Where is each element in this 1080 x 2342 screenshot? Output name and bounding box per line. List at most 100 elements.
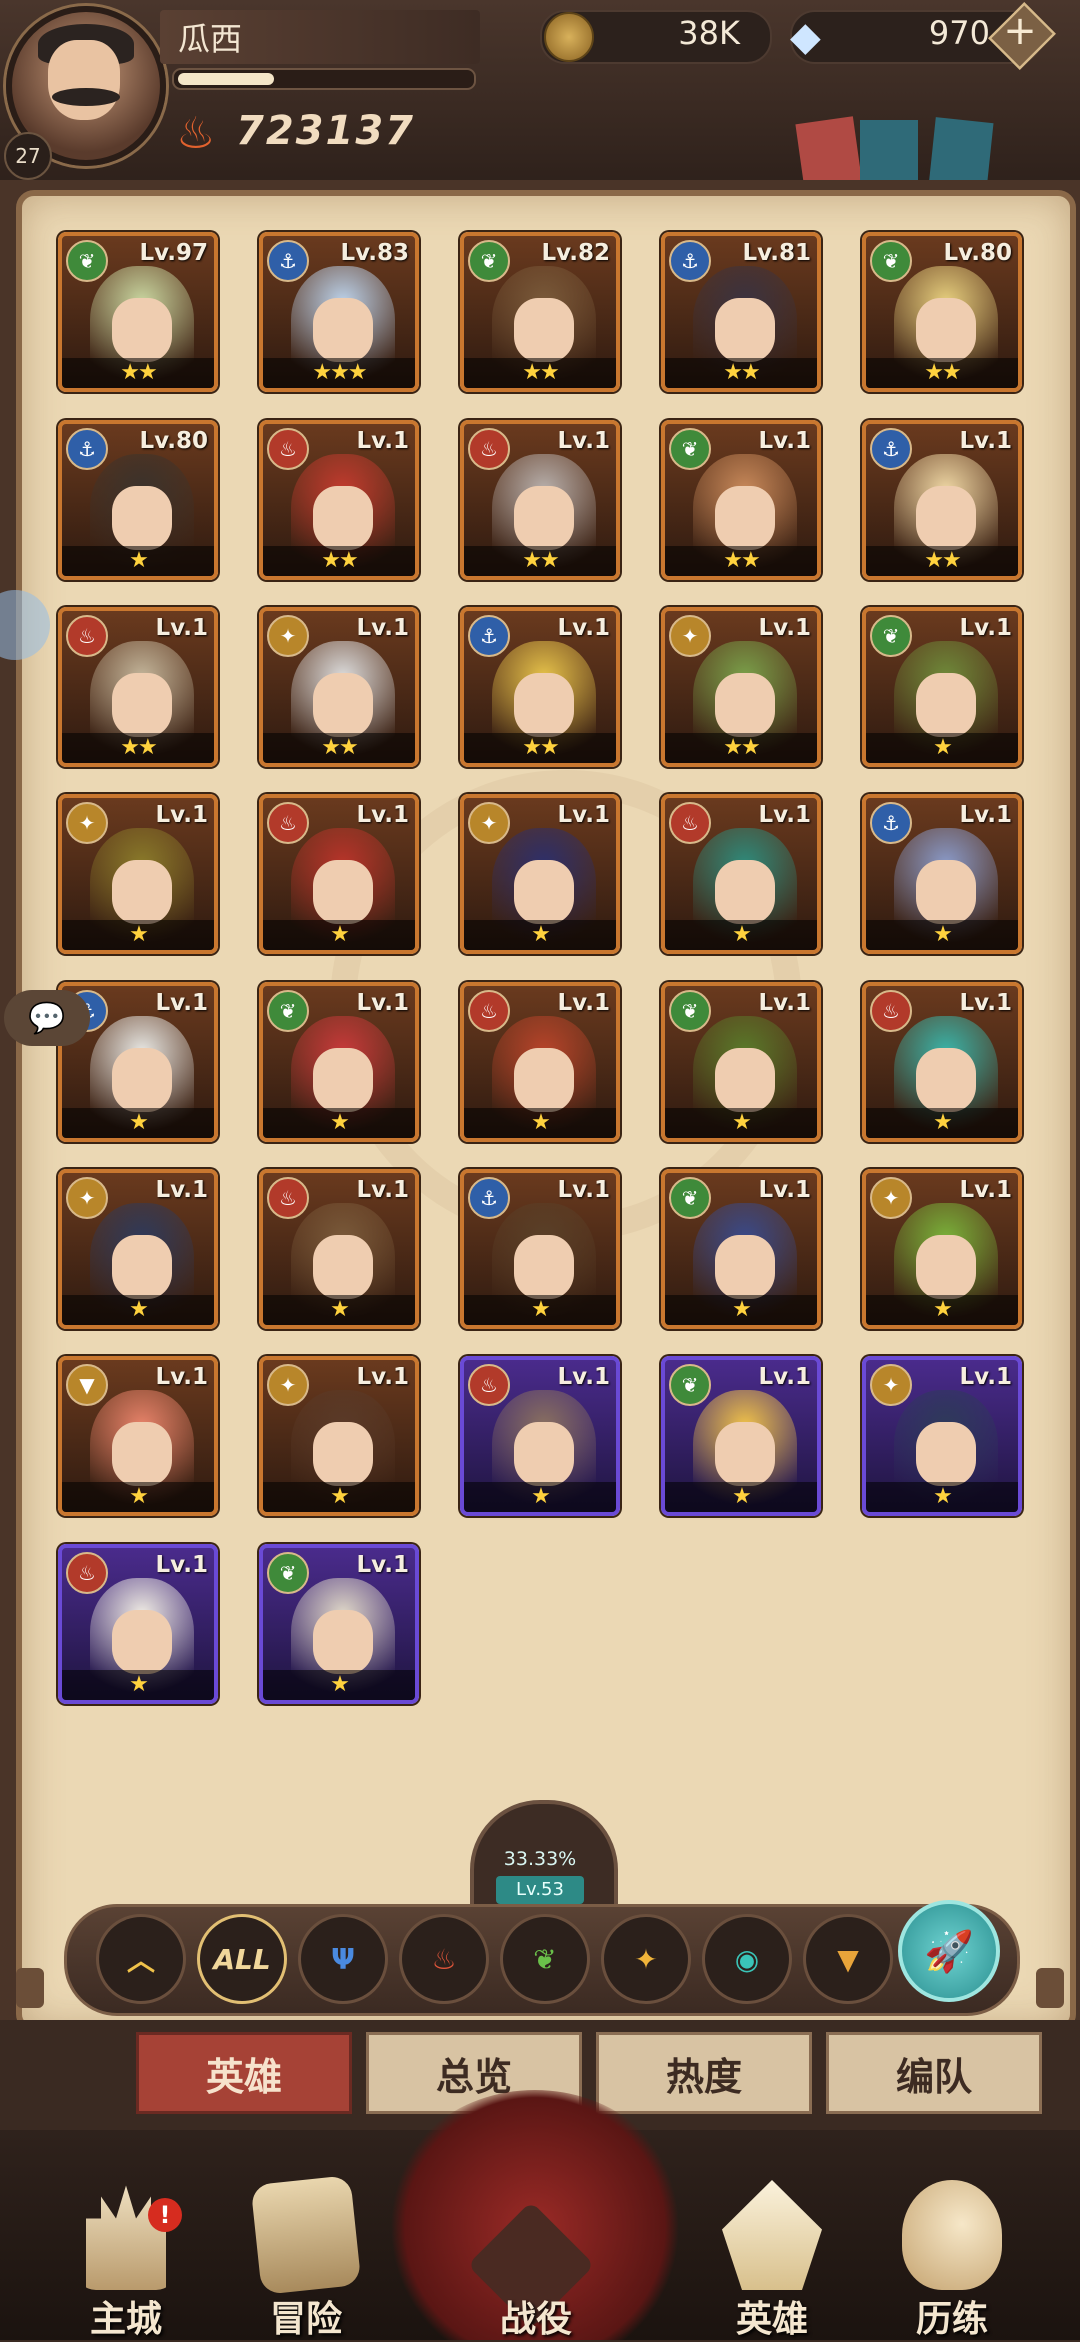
hero-card[interactable]: ✦ Lv.1 ★★: [661, 607, 821, 767]
hero-level: Lv.1: [959, 1364, 1012, 1390]
filter-water[interactable]: Ψ: [298, 1914, 388, 2004]
filter-light[interactable]: ✦: [601, 1914, 691, 2004]
hero-face: [715, 1235, 775, 1299]
hero-card[interactable]: ⚓ Lv.81 ★★: [661, 232, 821, 392]
hero-card[interactable]: ✦ Lv.1 ★: [862, 1356, 1022, 1516]
hero-card[interactable]: ⚓ Lv.83 ★★★: [259, 232, 419, 392]
tab-heroes[interactable]: 英雄: [136, 2032, 352, 2114]
hero-card[interactable]: ♨ Lv.1 ★★: [259, 420, 419, 580]
hero-card[interactable]: ❦ Lv.1 ★: [661, 1169, 821, 1329]
hero-card[interactable]: ♨ Lv.1 ★: [58, 1544, 218, 1704]
hero-card[interactable]: ♨ Lv.1 ★: [259, 794, 419, 954]
hero-level: Lv.1: [959, 802, 1012, 828]
tab-formation[interactable]: 编队: [826, 2032, 1042, 2114]
hero-card[interactable]: ❦ Lv.1 ★: [661, 1356, 821, 1516]
nature-faction-icon: ❦: [669, 428, 711, 470]
hero-level: Lv.1: [959, 990, 1012, 1016]
fire-faction-icon: ♨: [468, 990, 510, 1032]
water-faction-icon: ⚓: [468, 1177, 510, 1219]
hero-card[interactable]: ♨ Lv.1 ★: [862, 982, 1022, 1142]
hero-card[interactable]: ❦ Lv.1 ★: [862, 607, 1022, 767]
hero-level: Lv.1: [356, 802, 409, 828]
rocket-icon[interactable]: 🚀: [898, 1900, 1000, 2002]
gem-value: 970: [928, 14, 990, 52]
avatar-face: [48, 40, 120, 120]
hero-card[interactable]: ❦ Lv.80 ★★: [862, 232, 1022, 392]
hero-stars: ★: [263, 1482, 415, 1512]
hero-card[interactable]: ♨ Lv.1 ★: [259, 1169, 419, 1329]
tab-popularity[interactable]: 热度: [596, 2032, 812, 2114]
filter-collapse[interactable]: ︿: [96, 1914, 186, 2004]
leaf-icon: ❦: [533, 1942, 557, 1976]
nav-campaign[interactable]: 战役: [466, 2180, 606, 2340]
hero-card[interactable]: ❦ Lv.82 ★★: [460, 232, 620, 392]
hero-stars: ★★: [464, 358, 616, 388]
hero-card[interactable]: ✦ Lv.1 ★: [259, 1356, 419, 1516]
filter-eye[interactable]: ◉: [702, 1914, 792, 2004]
hero-level: Lv.1: [959, 1177, 1012, 1203]
hero-card[interactable]: ❦ Lv.1 ★★: [661, 420, 821, 580]
hero-stars: ★: [62, 1295, 214, 1325]
hero-card[interactable]: ▼ Lv.1 ★: [58, 1356, 218, 1516]
hero-stars: ★★: [665, 546, 817, 576]
chevron-up-icon: ︿: [126, 1944, 155, 1977]
flame-icon: ♨: [431, 1942, 457, 1976]
plus-icon[interactable]: +: [1000, 8, 1040, 54]
hero-level: Lv.1: [155, 1552, 208, 1578]
fire-faction-icon: ♨: [267, 802, 309, 844]
hero-card[interactable]: ⚓ Lv.1 ★: [460, 1169, 620, 1329]
hero-card[interactable]: ✦ Lv.1 ★★: [259, 607, 419, 767]
filter-all[interactable]: ALL: [197, 1914, 287, 2004]
hero-level: Lv.1: [758, 1364, 811, 1390]
nature-faction-icon: ❦: [267, 1552, 309, 1594]
water-faction-icon: ⚓: [267, 240, 309, 282]
hero-card[interactable]: ⚓ Lv.80 ★: [58, 420, 218, 580]
hero-crown-icon: [722, 2180, 822, 2290]
light-faction-icon: ✦: [870, 1364, 912, 1406]
hero-stars: ★★★: [263, 358, 415, 388]
hero-level: Lv.1: [155, 802, 208, 828]
hero-stars: ★: [866, 1482, 1018, 1512]
hero-card[interactable]: ♨ Lv.1 ★★: [460, 420, 620, 580]
hero-card[interactable]: ⚓ Lv.1 ★: [862, 794, 1022, 954]
hero-level: Lv.1: [356, 428, 409, 454]
hero-face: [514, 1422, 574, 1486]
hero-card[interactable]: ❦ Lv.1 ★: [259, 982, 419, 1142]
hero-card[interactable]: ♨ Lv.1 ★: [460, 1356, 620, 1516]
nav-adventure[interactable]: 冒险: [236, 2175, 376, 2340]
exp-bar: [172, 68, 476, 90]
nav-heroes[interactable]: 英雄: [702, 2180, 842, 2340]
hero-card[interactable]: ⚓ Lv.1 ★★: [460, 607, 620, 767]
hero-card[interactable]: ✦ Lv.1 ★: [862, 1169, 1022, 1329]
hero-stars: ★: [665, 1108, 817, 1138]
hero-level: Lv.1: [557, 428, 610, 454]
hero-card[interactable]: ✦ Lv.1 ★: [58, 794, 218, 954]
hero-level: Lv.1: [356, 615, 409, 641]
gold-value: 38K: [678, 14, 740, 52]
hero-card[interactable]: ❦ Lv.1 ★: [661, 982, 821, 1142]
hero-card[interactable]: ❦ Lv.1 ★: [259, 1544, 419, 1704]
hero-card[interactable]: ♨ Lv.1 ★: [661, 794, 821, 954]
hero-stars: ★: [62, 1482, 214, 1512]
hero-level: Lv.1: [758, 428, 811, 454]
hero-level: Lv.1: [557, 615, 610, 641]
chat-icon[interactable]: 💬: [4, 990, 90, 1046]
hero-face: [313, 860, 373, 924]
filter-fire[interactable]: ♨: [399, 1914, 489, 2004]
hero-face: [313, 1048, 373, 1112]
filter-mech[interactable]: ▼: [803, 1914, 893, 2004]
hero-card[interactable]: ⚓ Lv.1 ★★: [862, 420, 1022, 580]
hero-card[interactable]: ❦ Lv.97 ★★: [58, 232, 218, 392]
hero-stars: ★: [464, 1482, 616, 1512]
hero-card[interactable]: ✦ Lv.1 ★: [460, 794, 620, 954]
hero-face: [112, 486, 172, 550]
hero-card[interactable]: ♨ Lv.1 ★★: [58, 607, 218, 767]
filter-nature[interactable]: ❦: [500, 1914, 590, 2004]
hero-card[interactable]: ♨ Lv.1 ★: [460, 982, 620, 1142]
fire-faction-icon: ♨: [669, 802, 711, 844]
nav-training[interactable]: 历练: [882, 2180, 1022, 2340]
water-faction-icon: ⚓: [669, 240, 711, 282]
hero-stars: ★: [464, 1295, 616, 1325]
hero-level: Lv.1: [155, 1364, 208, 1390]
hero-card[interactable]: ✦ Lv.1 ★: [58, 1169, 218, 1329]
